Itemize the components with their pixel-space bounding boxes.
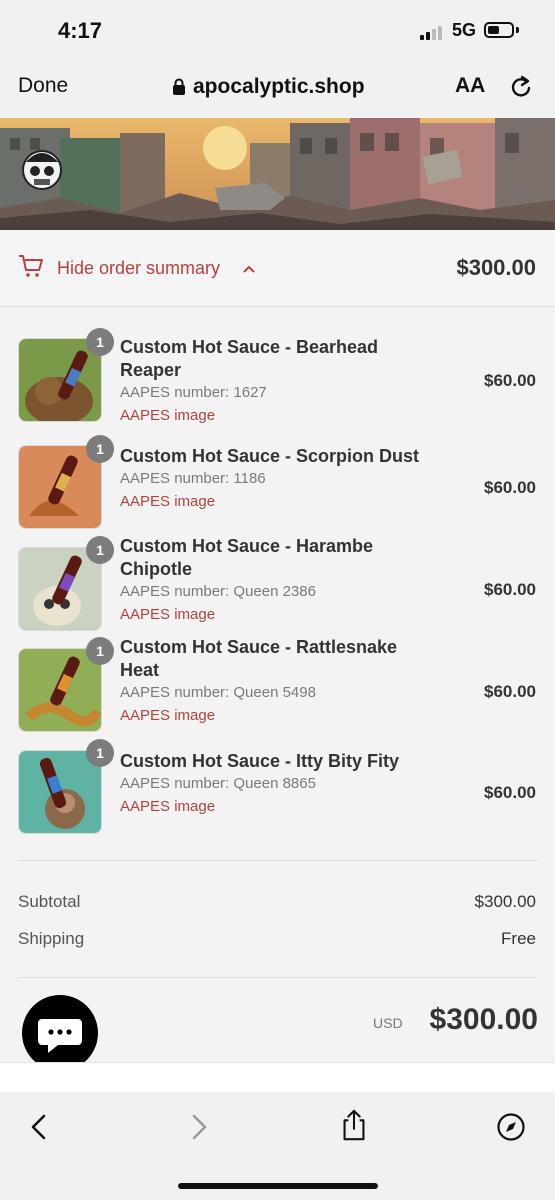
product-price: $60.00 [484,478,536,497]
subtotal-label: Subtotal [18,892,81,911]
product-aapes-number: AAPES number: 1186 [120,470,266,487]
hero-banner-image [0,118,555,230]
quantity-badge: 1 [86,435,114,463]
signal-icon [420,24,446,40]
battery-icon [484,22,514,38]
chat-button[interactable] [22,995,98,1071]
product-aapes-number: AAPES number: Queen 8865 [120,775,316,792]
aapes-image-link[interactable]: AAPES image [120,606,215,623]
network-label: 5G [452,20,477,40]
currency-code: USD [373,1015,403,1031]
forward-icon[interactable] [184,1110,214,1144]
shipping-label: Shipping [18,929,85,948]
quantity-badge: 1 [86,536,114,564]
chat-icon [38,1019,82,1053]
product-name: Custom Hot Sauce - Itty Bity Fity [120,751,400,771]
done-button[interactable]: Done [18,74,68,98]
chevron-up-icon [243,265,255,273]
address-bar[interactable]: apocalyptic.shop [172,73,365,101]
order-total-summary: $300.00 [456,255,536,280]
product-name: Custom Hot Sauce - Scorpion Dust [120,446,420,466]
battery-tip [516,27,519,33]
hide-order-summary-toggle[interactable]: Hide order summary [57,258,220,279]
subtotal-value: $300.00 [474,892,536,911]
home-indicator [178,1183,378,1189]
quantity-badge: 1 [86,637,114,665]
product-name: Custom Hot Sauce - Rattlesnake Heat [120,637,398,680]
quantity-badge: 1 [86,328,114,356]
product-aapes-number: AAPES number: 1627 [120,384,267,401]
reload-icon[interactable] [508,74,534,100]
divider [18,860,537,861]
aapes-image-link[interactable]: AAPES image [120,407,215,424]
page-continuation [0,1062,555,1093]
cart-icon [19,255,43,277]
product-price: $60.00 [484,783,536,802]
quantity-badge: 1 [86,739,114,767]
product-aapes-number: AAPES number: Queen 2386 [120,583,316,600]
lock-icon [173,78,185,95]
aapes-image-link[interactable]: AAPES image [120,798,215,815]
product-price: $60.00 [484,371,536,390]
divider [18,977,537,978]
status-time: 4:17 [58,18,103,43]
product-price: $60.00 [484,682,536,701]
aapes-image-link[interactable]: AAPES image [120,707,215,724]
product-name: Custom Hot Sauce - Harambe Chipotle [120,536,374,579]
grand-total: $300.00 [429,1003,538,1036]
product-aapes-number: AAPES number: Queen 5498 [120,684,316,701]
url-text: apocalyptic.shop [193,75,365,98]
compass-icon[interactable] [496,1110,526,1144]
product-price: $60.00 [484,580,536,599]
share-icon[interactable] [339,1108,369,1142]
shipping-value: Free [501,929,536,948]
aapes-image-link[interactable]: AAPES image [120,493,215,510]
product-name: Custom Hot Sauce - Bearhead Reaper [120,337,379,380]
text-size-button[interactable]: AA [455,74,485,98]
back-icon[interactable] [24,1110,54,1144]
